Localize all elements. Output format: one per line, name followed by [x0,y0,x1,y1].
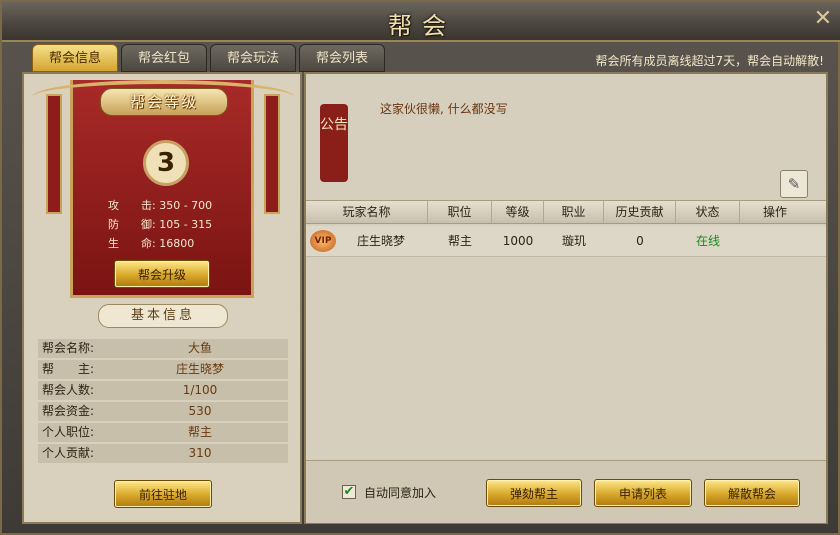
dissolve-notice: 帮会所有成员离线超过7天，帮会自动解散! [595,54,824,68]
col-position: 职位 [428,201,492,223]
info-row-members: 帮会人数: 1/100 [38,381,288,400]
member-class: 璇玑 [561,234,586,248]
announcement-text: 这家伙很懒, 什么都没写 [380,102,508,116]
info-label: 帮 主: [42,362,95,376]
guild-level-value: 3 [143,140,189,186]
stat-value: 105 - 315 [159,218,213,231]
basic-info-list: 帮会名称: 大鱼 帮 主: 庄生晓梦 帮会人数: 1/100 帮会资金: 530 个人职… [38,339,288,465]
info-row-guild-name: 帮会名称: 大鱼 [38,339,288,358]
guild-upgrade-button[interactable]: 帮会升级 [114,260,210,288]
auto-accept-checkbox[interactable]: ✔ [342,485,356,499]
window-title: 帮会 [388,12,456,40]
member-table-header: 玩家名称 职位 等级 职业 历史贡献 状态 操作 [306,200,826,224]
col-action: 操作 [762,205,787,219]
member-status: 在线 [695,234,720,248]
stat-value: 350 - 700 [159,199,213,212]
info-label: 帮会人数: [42,383,95,397]
guild-level-title: 帮会等级 [100,88,228,116]
info-value: 庄生晓梦 [175,362,224,376]
info-row-position: 个人职位: 帮主 [38,423,288,442]
dissolve-guild-button[interactable]: 解散帮会 [704,479,800,507]
tab-guild-redpacket[interactable]: 帮会红包 [121,44,207,72]
col-player-name: 玩家名称 [306,201,428,223]
announcement-badge: 公告 [320,104,348,182]
col-level: 等级 [492,201,544,223]
info-label: 个人职位: [42,425,95,439]
info-row-funds: 帮会资金: 530 [38,402,288,421]
tab-guild-list[interactable]: 帮会列表 [299,44,385,72]
vip-badge-icon: VIP [310,230,336,252]
col-status: 状态 [676,201,740,223]
auto-accept-label: 自动同意加入 [364,486,437,500]
stat-label: 攻 击: [108,199,156,212]
info-label: 个人贡献: [42,446,95,460]
info-row-leader: 帮 主: 庄生晓梦 [38,360,288,379]
info-label: 帮会资金: [42,404,95,418]
left-panel: 帮会等级 3 攻 击: 350 - 700 防 御: 105 - 315 生 命… [22,72,302,524]
stat-label: 生 命: [108,237,156,250]
level-stats: 攻 击: 350 - 700 防 御: 105 - 315 生 命: 16800 [108,196,212,253]
col-contribution: 历史贡献 [604,201,676,223]
info-label: 帮会名称: [42,341,95,355]
stat-value: 16800 [159,237,195,250]
impeach-leader-button[interactable]: 弹劾帮主 [486,479,582,507]
info-value: 帮主 [187,425,212,439]
right-panel: 公告 这家伙很懒, 什么都没写 ✎ 玩家名称 职位 等级 职业 历史贡献 状态 … [304,72,828,524]
table-row[interactable]: VIP 庄生晓梦 帮主 1000 璇玑 0 在线 [306,226,826,257]
guild-window: 帮会 ✕ 帮会信息 帮会红包 帮会玩法 帮会列表 帮会所有成员离线超过7天，帮会… [0,0,840,535]
bottom-bar: ✔ 自动同意加入 弹劾帮主 申请列表 解散帮会 [306,460,826,523]
stat-attack: 攻 击: 350 - 700 [108,196,212,215]
title-bar: 帮会 ✕ [2,2,840,42]
stat-label: 防 御: [108,218,156,231]
goto-base-button[interactable]: 前往驻地 [114,480,212,508]
member-contribution: 0 [636,234,644,248]
info-value: 310 [188,446,212,460]
stat-defense: 防 御: 105 - 315 [108,215,212,234]
tab-guild-gameplay[interactable]: 帮会玩法 [210,44,296,72]
member-position: 帮主 [447,234,472,248]
info-value: 大鱼 [187,341,212,355]
basic-info-heading: 基本信息 [98,304,228,328]
stat-hp: 生 命: 16800 [108,234,212,253]
member-level: 1000 [502,234,534,248]
col-class: 职业 [544,201,604,223]
application-list-button[interactable]: 申请列表 [594,479,692,507]
close-icon[interactable]: ✕ [810,6,836,32]
info-row-contribution: 个人贡献: 310 [38,444,288,463]
info-value: 1/100 [182,383,218,397]
tab-guild-info[interactable]: 帮会信息 [32,44,118,72]
pencil-icon[interactable]: ✎ [780,170,808,198]
info-value: 530 [188,404,212,418]
